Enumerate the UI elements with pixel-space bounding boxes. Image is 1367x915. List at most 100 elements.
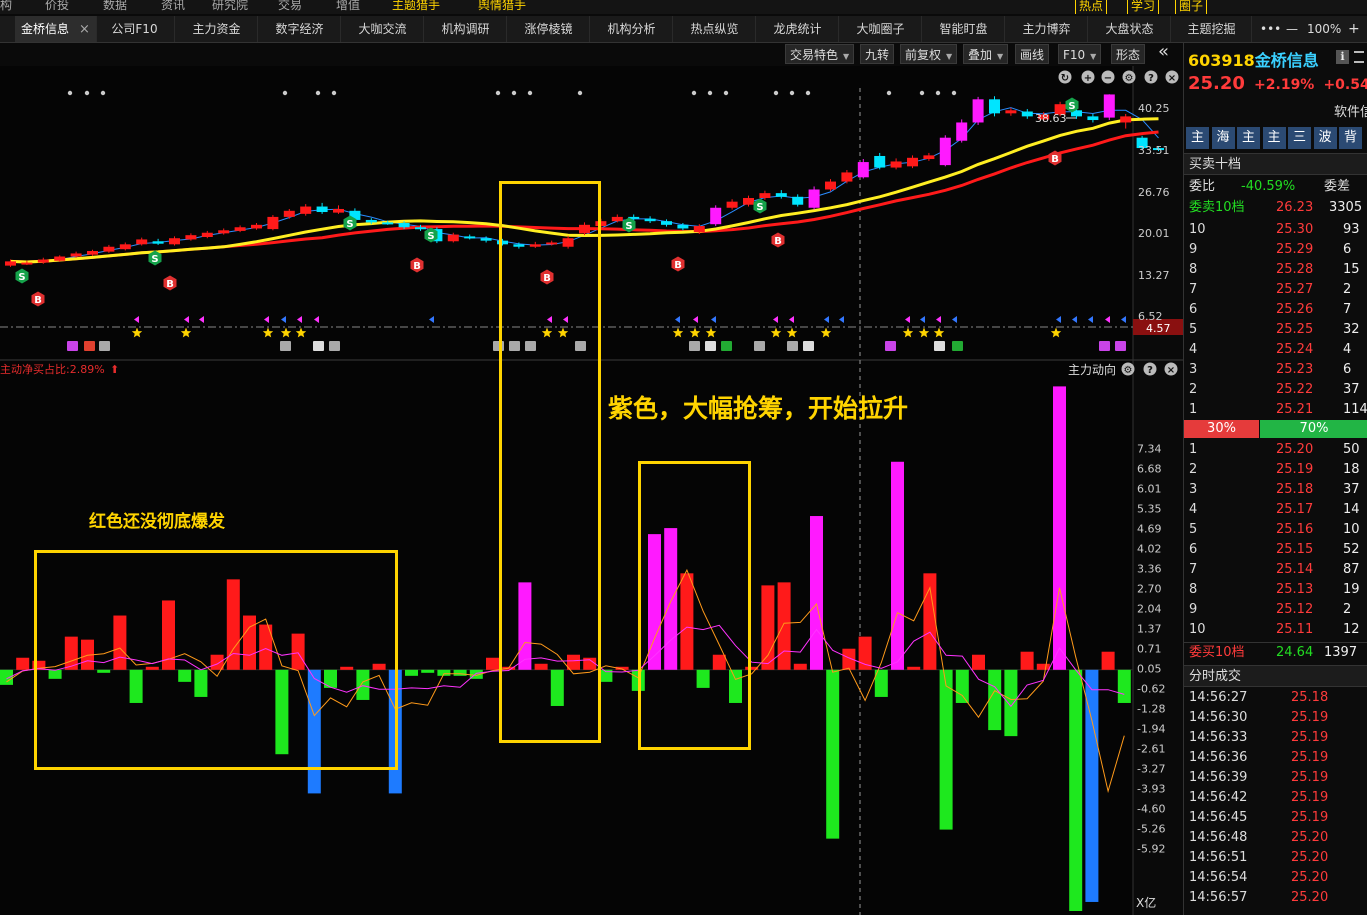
top-menu-item[interactable]: 交易 xyxy=(278,0,302,13)
flow-bar[interactable] xyxy=(453,669,467,676)
candle[interactable] xyxy=(251,224,262,229)
order-level-row[interactable]: 6 25.26 7 xyxy=(1184,300,1367,320)
candle[interactable] xyxy=(103,246,115,252)
flow-bar[interactable] xyxy=(0,669,13,685)
toolbar-button[interactable]: 前复权 ▼ xyxy=(900,44,958,64)
order-level-row[interactable]: 9 25.12 2 xyxy=(1184,600,1367,620)
event-icon[interactable] xyxy=(803,341,814,351)
candle[interactable] xyxy=(300,206,312,214)
event-icon[interactable] xyxy=(1099,341,1110,351)
flow-bar[interactable] xyxy=(1036,663,1050,670)
order-level-row[interactable]: 9 25.29 6 xyxy=(1184,240,1367,260)
candle[interactable] xyxy=(70,253,82,257)
top-menu-item[interactable]: 数据 xyxy=(103,0,127,13)
collapse-icon[interactable]: « xyxy=(1158,41,1169,62)
flow-bar[interactable] xyxy=(405,669,418,676)
candle[interactable] xyxy=(316,206,328,213)
menu-icon[interactable] xyxy=(1354,51,1364,63)
quick-filter-button[interactable]: 主 xyxy=(1262,127,1286,149)
event-icon[interactable] xyxy=(721,341,732,351)
plus-icon[interactable]: + xyxy=(1348,16,1360,42)
quick-filter-button[interactable]: 主 xyxy=(1186,127,1209,149)
flow-bar[interactable] xyxy=(907,666,921,670)
order-level-row[interactable]: 2 25.19 18 xyxy=(1184,460,1367,480)
candle[interactable] xyxy=(710,207,722,225)
order-level-row[interactable]: 8 25.13 19 xyxy=(1184,580,1367,600)
candle[interactable] xyxy=(825,181,836,190)
candle[interactable] xyxy=(972,99,984,123)
tab-item[interactable]: 主题挖掘 xyxy=(1172,16,1252,42)
top-menu-item[interactable]: 构 xyxy=(0,0,12,13)
flow-bar[interactable] xyxy=(421,669,435,673)
candle[interactable] xyxy=(1103,94,1115,118)
candle[interactable] xyxy=(136,239,148,245)
help-icon[interactable]: ? xyxy=(1143,362,1157,377)
close-icon[interactable]: × xyxy=(1165,70,1179,85)
close-icon[interactable]: × xyxy=(1164,362,1178,377)
flow-bar[interactable] xyxy=(826,669,840,839)
toolbar-button[interactable]: 交易特色 ▼ xyxy=(785,44,855,64)
order-level-row[interactable]: 6 25.15 52 xyxy=(1184,540,1367,560)
top-menu-item[interactable]: 圈子 xyxy=(1175,0,1208,14)
candle[interactable] xyxy=(759,193,771,199)
tab-item[interactable]: 机构调研 xyxy=(425,16,507,42)
candle[interactable] xyxy=(447,234,459,242)
candle[interactable] xyxy=(201,232,213,238)
tab-item[interactable]: 龙虎统计 xyxy=(757,16,839,42)
candle[interactable] xyxy=(611,216,623,222)
candle[interactable] xyxy=(841,172,853,182)
top-menu-item[interactable]: 学习 xyxy=(1127,0,1160,14)
top-menu-item[interactable]: 研究院 xyxy=(212,0,248,13)
candle[interactable] xyxy=(169,238,180,245)
info-icon[interactable]: ℹ xyxy=(1336,50,1349,64)
flow-bar[interactable] xyxy=(810,516,823,670)
candle[interactable] xyxy=(857,162,869,178)
candle[interactable] xyxy=(661,221,672,225)
tab-item[interactable]: 涨停棱镜 xyxy=(508,16,590,42)
event-icon[interactable] xyxy=(705,341,716,351)
event-icon[interactable] xyxy=(280,341,291,351)
candle[interactable] xyxy=(464,236,476,239)
help-icon[interactable]: ? xyxy=(1144,70,1158,85)
order-level-row[interactable]: 10 25.11 12 xyxy=(1184,620,1367,640)
flow-bar[interactable] xyxy=(1117,669,1131,703)
event-icon[interactable] xyxy=(934,341,945,351)
more-icon[interactable]: ••• xyxy=(1260,16,1281,42)
order-level-row[interactable]: 5 25.25 32 xyxy=(1184,320,1367,340)
candle[interactable] xyxy=(119,244,131,250)
flow-bar[interactable] xyxy=(988,669,1002,731)
event-icon[interactable] xyxy=(84,341,95,351)
event-icon[interactable] xyxy=(754,341,765,351)
candle[interactable] xyxy=(956,122,968,141)
tab-item[interactable]: 主力资金 xyxy=(176,16,258,42)
event-icon[interactable] xyxy=(952,341,963,351)
flow-bar[interactable] xyxy=(1004,669,1018,737)
event-icon[interactable] xyxy=(689,341,700,351)
event-icon[interactable] xyxy=(1115,341,1126,351)
tab-close-icon[interactable]: × xyxy=(79,22,90,37)
candle[interactable] xyxy=(1087,116,1099,121)
flow-bar[interactable] xyxy=(891,461,904,670)
quick-filter-button[interactable]: 背 xyxy=(1339,127,1362,149)
tab-item[interactable]: 机构分析 xyxy=(591,16,673,42)
top-menu-item[interactable]: 主题猎手 xyxy=(392,0,440,13)
candle[interactable] xyxy=(218,230,230,234)
candle[interactable] xyxy=(152,241,164,244)
flow-bar[interactable] xyxy=(437,669,451,676)
order-level-row[interactable]: 4 25.24 4 xyxy=(1184,340,1367,360)
candle[interactable] xyxy=(743,198,754,205)
toolbar-button[interactable]: 九转 xyxy=(860,44,895,64)
candle[interactable] xyxy=(234,227,246,231)
candle[interactable] xyxy=(398,222,410,228)
order-level-row[interactable]: 3 25.23 6 xyxy=(1184,360,1367,380)
top-menu-item[interactable]: 增值 xyxy=(336,0,360,13)
candle[interactable] xyxy=(480,238,492,241)
tab-item[interactable]: 公司F10 xyxy=(95,16,175,42)
candle[interactable] xyxy=(382,222,394,225)
tab-item[interactable]: 数字经济 xyxy=(259,16,341,42)
quick-filter-button[interactable]: 三 xyxy=(1288,127,1311,149)
candle[interactable] xyxy=(185,235,197,240)
flow-bar[interactable] xyxy=(955,669,969,703)
candle[interactable] xyxy=(989,99,1000,114)
tab-item[interactable]: 主力博弈 xyxy=(1006,16,1088,42)
